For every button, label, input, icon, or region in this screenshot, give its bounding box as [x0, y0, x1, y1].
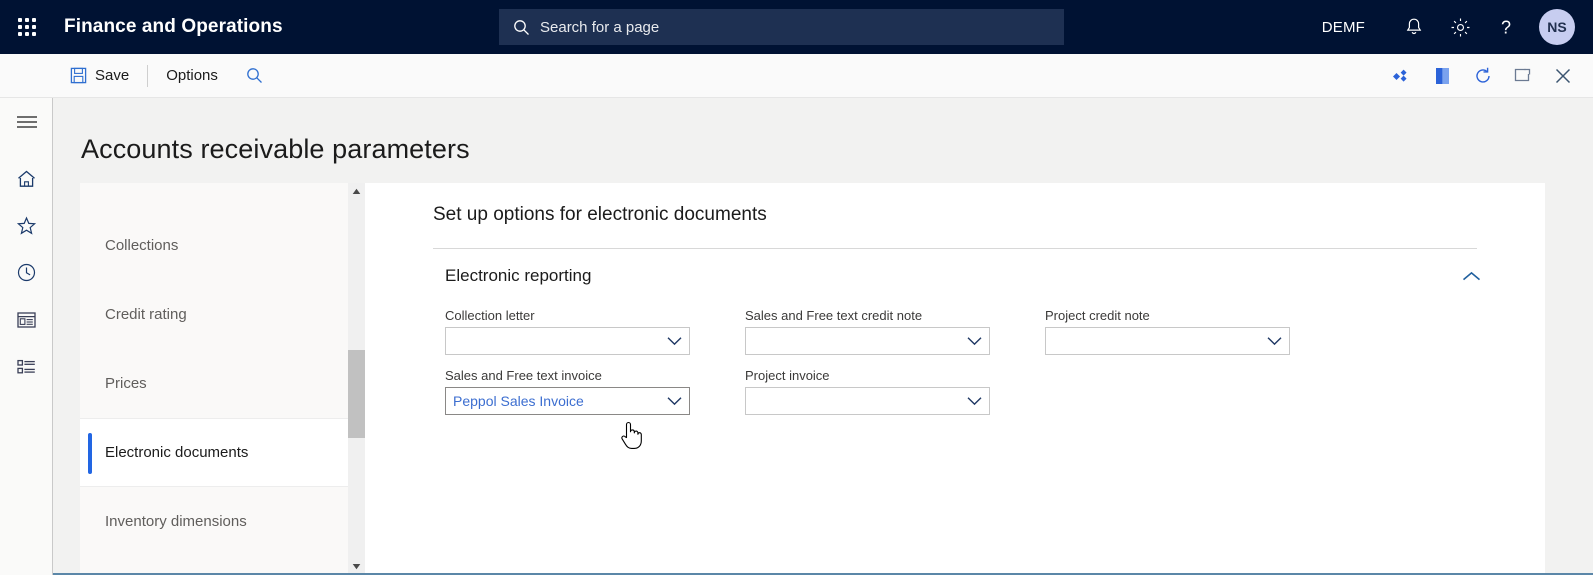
app-launcher-waffle-icon[interactable] [0, 0, 54, 54]
nav-top-spacer [80, 183, 348, 211]
field-project-invoice: Project invoice [745, 368, 990, 415]
modules-list-icon[interactable] [0, 343, 53, 390]
chevron-down-icon[interactable] [667, 337, 682, 346]
favorites-star-icon[interactable] [0, 202, 53, 249]
global-search-placeholder: Search for a page [540, 18, 660, 36]
page-search-button[interactable] [232, 54, 277, 98]
app-title: Finance and Operations [64, 16, 283, 37]
sales-free-text-invoice-dropdown[interactable]: Peppol Sales Invoice [445, 387, 690, 415]
project-invoice-dropdown[interactable] [745, 387, 990, 415]
fields-row-1: Collection letter Sales and Free text cr… [445, 308, 1545, 355]
group-title: Electronic reporting [445, 266, 592, 285]
electronic-reporting-group-header[interactable]: Electronic reporting [365, 249, 1545, 286]
attachments-diamond-icon[interactable] [1383, 54, 1423, 98]
page-container: Accounts receivable parameters Collectio… [53, 98, 1593, 575]
field-label: Sales and Free text invoice [445, 368, 602, 383]
command-bar: Save Options [0, 54, 1593, 98]
nav-item-label: Electronic documents [105, 444, 249, 461]
sales-free-text-credit-note-dropdown[interactable] [745, 327, 990, 355]
save-button-label: Save [95, 67, 130, 84]
user-avatar[interactable]: NS [1539, 9, 1575, 45]
options-button[interactable]: Options [152, 54, 232, 98]
chevron-down-icon[interactable] [667, 397, 682, 406]
field-collection-letter: Collection letter [445, 308, 690, 355]
nav-selected-marker [88, 433, 92, 474]
left-navigation-rail [0, 98, 53, 575]
scroll-down-arrow-icon[interactable] [348, 558, 365, 573]
nav-item-inventory-dimensions[interactable]: Inventory dimensions [80, 487, 348, 556]
fields-row-2: Sales and Free text invoice Peppol Sales… [445, 368, 1545, 415]
electronic-reporting-fields: Collection letter Sales and Free text cr… [365, 286, 1545, 415]
command-bar-left-group: Save Options [0, 54, 277, 98]
chevron-down-icon[interactable] [967, 397, 982, 406]
nav-item-credit-rating[interactable]: Credit rating [80, 280, 348, 349]
scrollbar-thumb[interactable] [348, 350, 365, 438]
scroll-up-arrow-icon[interactable] [348, 183, 365, 200]
top-bar-right-group: DEMF ? NS [1322, 0, 1593, 54]
refresh-icon[interactable] [1463, 54, 1503, 98]
rail-spacer [0, 145, 52, 155]
dropdown-value: Peppol Sales Invoice [453, 393, 584, 409]
top-navigation-bar: Finance and Operations Search for a page… [0, 0, 1593, 54]
nav-item-label: Collections [105, 237, 179, 254]
field-label: Project invoice [745, 368, 830, 383]
nav-item-label: Credit rating [105, 306, 187, 323]
field-label: Collection letter [445, 308, 535, 323]
project-credit-note-dropdown[interactable] [1045, 327, 1290, 355]
chevron-down-icon[interactable] [967, 337, 982, 346]
field-label: Sales and Free text credit note [745, 308, 923, 323]
field-project-credit-note: Project credit note [1045, 308, 1290, 355]
chevron-up-icon[interactable] [1458, 267, 1485, 286]
content-heading: Set up options for electronic documents [433, 204, 767, 225]
open-in-office-icon[interactable] [1423, 54, 1463, 98]
field-sales-free-text-credit-note: Sales and Free text credit note [745, 308, 990, 355]
home-icon[interactable] [0, 155, 53, 202]
notifications-icon[interactable] [1391, 0, 1437, 54]
nav-item-electronic-documents[interactable]: Electronic documents [80, 418, 348, 487]
collection-letter-dropdown[interactable] [445, 327, 690, 355]
content-panel: Set up options for electronic documents … [365, 183, 1545, 573]
svg-text:?: ? [1501, 17, 1511, 37]
chevron-down-icon[interactable] [1267, 337, 1282, 346]
save-button[interactable]: Save [56, 54, 143, 98]
page-title: Accounts receivable parameters [81, 134, 470, 164]
company-selector[interactable]: DEMF [1322, 19, 1365, 36]
hamburger-menu-icon[interactable] [0, 98, 53, 145]
parameters-nav-panel: Collections Credit rating Prices Electro… [80, 183, 348, 573]
settings-gear-icon[interactable] [1437, 0, 1483, 54]
command-bar-divider [147, 64, 149, 87]
popout-window-icon[interactable] [1503, 54, 1543, 98]
nav-item-prices[interactable]: Prices [80, 349, 348, 418]
recent-clock-icon[interactable] [0, 249, 53, 296]
nav-vertical-scrollbar[interactable] [348, 183, 365, 573]
field-sales-free-text-invoice: Sales and Free text invoice Peppol Sales… [445, 368, 690, 415]
command-bar-right-group [1383, 54, 1583, 98]
workspaces-icon[interactable] [0, 296, 53, 343]
nav-item-collections[interactable]: Collections [80, 211, 348, 280]
save-floppy-icon [70, 67, 87, 84]
search-icon [513, 19, 530, 36]
global-search-box[interactable]: Search for a page [499, 9, 1064, 45]
nav-item-label: Prices [105, 375, 147, 392]
close-icon[interactable] [1543, 54, 1583, 98]
help-question-icon[interactable]: ? [1483, 0, 1529, 54]
field-label: Project credit note [1045, 308, 1150, 323]
nav-item-label: Inventory dimensions [105, 513, 247, 530]
